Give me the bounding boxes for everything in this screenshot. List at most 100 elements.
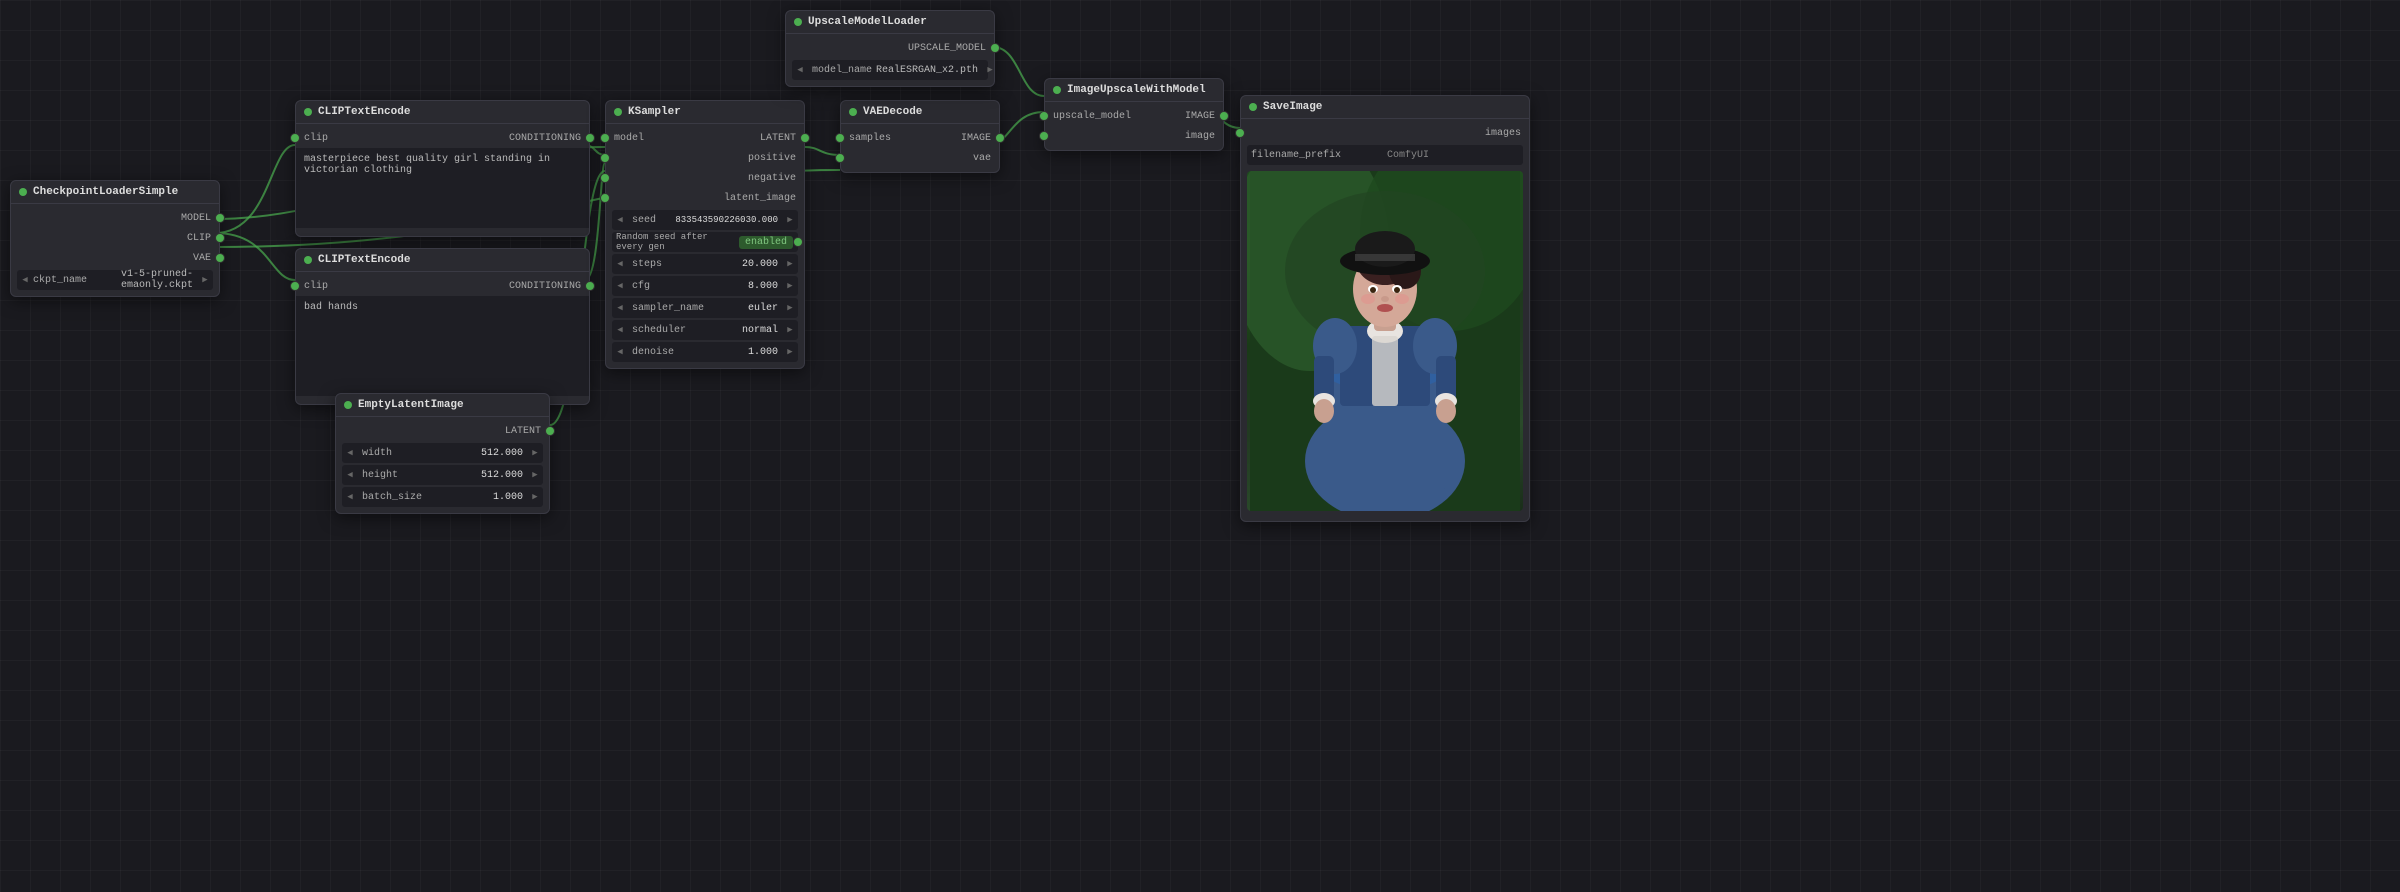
seed-right-arrow[interactable]: ▶ <box>782 210 798 230</box>
clip-pos-text-input[interactable]: masterpiece best quality girl standing i… <box>296 148 589 228</box>
batch-right-arrow[interactable]: ▶ <box>527 487 543 507</box>
latent-output-socket[interactable] <box>545 426 555 436</box>
seed-field: ◀ seed 833543590226030.000 ▶ <box>612 210 798 230</box>
ksampler-body: model LATENT positive negative latent_im… <box>606 124 804 368</box>
steps-left-arrow[interactable]: ◀ <box>612 254 628 274</box>
image-upscale-status-dot <box>1053 86 1061 94</box>
vae-decode-image-socket[interactable] <box>995 133 1005 143</box>
clip-pos-output-socket[interactable] <box>585 133 595 143</box>
clip-output-socket[interactable] <box>215 233 225 243</box>
ksampler-title: KSampler <box>628 106 681 118</box>
ksampler-positive-socket[interactable] <box>600 153 610 163</box>
filename-prefix-input[interactable] <box>1381 148 1523 163</box>
clip-neg-input-socket[interactable] <box>290 281 300 291</box>
checkpoint-loader-header: CheckpointLoaderSimple <box>11 181 219 204</box>
seed-left-arrow[interactable]: ◀ <box>612 210 628 230</box>
steps-value: 20.000 <box>738 259 782 270</box>
clip-neg-output-label: CONDITIONING <box>509 281 581 292</box>
image-upscale-image-output-socket[interactable] <box>1219 111 1229 121</box>
clip-neg-output-socket[interactable] <box>585 281 595 291</box>
sampler-right-arrow[interactable]: ▶ <box>782 298 798 318</box>
sampler-left-arrow[interactable]: ◀ <box>612 298 628 318</box>
upscale-model-output-label: UPSCALE_MODEL <box>908 43 986 54</box>
ckpt-name-field: ◀ ckpt_name v1-5-pruned-emaonly.ckpt ▶ <box>17 270 213 290</box>
filename-prefix-field: filename_prefix <box>1247 145 1523 165</box>
vae-decode-vae-label: vae <box>973 153 991 164</box>
upscale-model-output-socket[interactable] <box>990 43 1000 53</box>
model-output-label: MODEL <box>181 213 211 224</box>
height-left-arrow[interactable]: ◀ <box>342 465 358 485</box>
upscale-model-loader-node: UpscaleModelLoader UPSCALE_MODEL ◀ model… <box>785 10 995 87</box>
image-upscale-node: ImageUpscaleWithModel upscale_model IMAG… <box>1044 78 1224 151</box>
cfg-field: ◀ cfg 8.000 ▶ <box>612 276 798 296</box>
ksampler-latent-input: latent_image <box>606 188 804 208</box>
clip-text-encode-pos-node: CLIPTextEncode clip CONDITIONING masterp… <box>295 100 590 237</box>
ckpt-right-arrow[interactable]: ▶ <box>197 270 213 290</box>
steps-label: steps <box>628 259 738 270</box>
ckpt-name-value: v1-5-pruned-emaonly.ckpt <box>87 269 197 291</box>
clip-pos-input-socket[interactable] <box>290 133 300 143</box>
checkpoint-loader-body: MODEL CLIP VAE ◀ ckpt_name v1-5-pruned-e… <box>11 204 219 296</box>
empty-latent-node: EmptyLatentImage LATENT ◀ width 512.000 … <box>335 393 550 514</box>
checkpoint-loader-title: CheckpointLoaderSimple <box>33 186 178 198</box>
height-right-arrow[interactable]: ▶ <box>527 465 543 485</box>
ksampler-node: KSampler model LATENT positive negative … <box>605 100 805 369</box>
cfg-label: cfg <box>628 281 744 292</box>
clip-neg-header: CLIPTextEncode <box>296 249 589 272</box>
empty-latent-header: EmptyLatentImage <box>336 394 549 417</box>
save-image-body: images filename_prefix <box>1241 119 1529 521</box>
steps-right-arrow[interactable]: ▶ <box>782 254 798 274</box>
clip-text-encode-neg-node: CLIPTextEncode clip CONDITIONING bad han… <box>295 248 590 405</box>
checkpoint-vae-output: VAE <box>11 248 219 268</box>
model-output-socket[interactable] <box>215 213 225 223</box>
ksampler-latent-input-label: latent_image <box>724 193 796 204</box>
ksampler-latent-input-socket[interactable] <box>600 193 610 203</box>
scheduler-left-arrow[interactable]: ◀ <box>612 320 628 340</box>
save-image-input-socket[interactable] <box>1235 128 1245 138</box>
upscale-model-name-label: model_name <box>808 65 872 76</box>
upscale-model-left-arrow[interactable]: ◀ <box>792 60 808 80</box>
denoise-label: denoise <box>628 347 744 358</box>
cfg-left-arrow[interactable]: ◀ <box>612 276 628 296</box>
upscale-model-title: UpscaleModelLoader <box>808 16 927 28</box>
vae-decode-vae-socket[interactable] <box>835 153 845 163</box>
width-label: width <box>358 448 477 459</box>
clip-pos-title: CLIPTextEncode <box>318 106 410 118</box>
clip-neg-body: clip CONDITIONING bad hands <box>296 272 589 404</box>
scheduler-value: normal <box>738 325 782 336</box>
scheduler-right-arrow[interactable]: ▶ <box>782 320 798 340</box>
width-right-arrow[interactable]: ▶ <box>527 443 543 463</box>
scheduler-field: ◀ scheduler normal ▶ <box>612 320 798 340</box>
save-image-title: SaveImage <box>1263 101 1322 113</box>
batch-left-arrow[interactable]: ◀ <box>342 487 358 507</box>
width-left-arrow[interactable]: ◀ <box>342 443 358 463</box>
vae-decode-image-output-label: IMAGE <box>961 133 991 144</box>
vae-output-label: VAE <box>193 253 211 264</box>
upscale-model-right-arrow[interactable]: ▶ <box>982 60 998 80</box>
upscale-model-body: UPSCALE_MODEL ◀ model_name RealESRGAN_x2… <box>786 34 994 86</box>
image-upscale-model-socket[interactable] <box>1039 111 1049 121</box>
cfg-right-arrow[interactable]: ▶ <box>782 276 798 296</box>
seed-label: seed <box>628 215 671 226</box>
seed-value: 833543590226030.000 <box>671 215 782 225</box>
vae-output-socket[interactable] <box>215 253 225 263</box>
ksampler-latent-socket[interactable] <box>800 133 810 143</box>
denoise-right-arrow[interactable]: ▶ <box>782 342 798 362</box>
clip-neg-text-input[interactable]: bad hands <box>296 296 589 396</box>
ckpt-left-arrow[interactable]: ◀ <box>17 270 33 290</box>
ksampler-model-socket[interactable] <box>600 133 610 143</box>
steps-field: ◀ steps 20.000 ▶ <box>612 254 798 274</box>
image-upscale-image-input-socket[interactable] <box>1039 131 1049 141</box>
ckpt-name-label: ckpt_name <box>33 275 87 286</box>
clip-pos-output-label: CONDITIONING <box>509 133 581 144</box>
image-upscale-title: ImageUpscaleWithModel <box>1067 84 1206 96</box>
sampler-name-label: sampler_name <box>628 303 744 314</box>
clip-neg-status-dot <box>304 256 312 264</box>
vae-decode-samples-socket[interactable] <box>835 133 845 143</box>
clip-neg-input-label: clip <box>304 281 328 292</box>
generated-image-svg <box>1247 171 1523 511</box>
ksampler-negative-socket[interactable] <box>600 173 610 183</box>
denoise-left-arrow[interactable]: ◀ <box>612 342 628 362</box>
ksampler-latent-output-label: LATENT <box>760 133 796 144</box>
random-seed-toggle[interactable]: enabled <box>739 236 793 249</box>
